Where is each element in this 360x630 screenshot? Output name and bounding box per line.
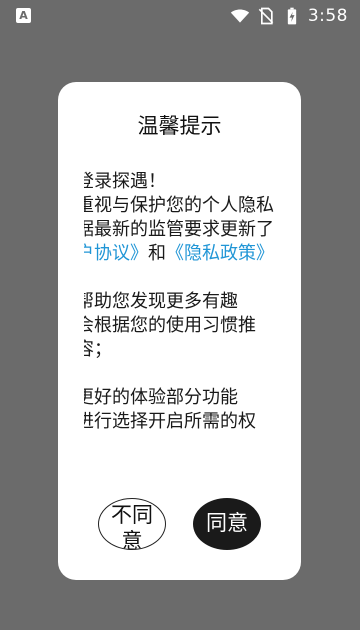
battery-charging-icon xyxy=(287,7,296,25)
dialog-content-scroll[interactable]: 欢迎登录探遇！ 我们重视与保护您的个人隐私并根据最新的监管要求更新了《用户协议》和… xyxy=(84,170,274,460)
agreement-link[interactable]: 《用户协议》 xyxy=(84,243,148,264)
wifi-icon xyxy=(230,9,249,23)
content-line: 我们会根据您的使用习惯推 xyxy=(84,314,274,338)
disagree-button-label: 不同意 xyxy=(111,503,153,550)
content-paragraph: 为了更好的体验部分功能您可进行选择开启所需的权 xyxy=(84,386,274,434)
content-line: 您可进行选择开启所需的权 xyxy=(84,410,274,434)
content-text: 我们会根据您的使用习惯推 xyxy=(84,315,256,336)
content-text: 欢迎登录探遇！ xyxy=(84,171,166,192)
content-line: 我们重视与保护您的个人隐私 xyxy=(84,194,274,218)
content-line: 为了更好的体验部分功能 xyxy=(84,386,274,410)
content-line: 并根据最新的监管要求更新了 xyxy=(84,218,274,242)
agreement-link[interactable]: 《隐私政策》 xyxy=(166,243,274,264)
dialog-content: 欢迎登录探遇！ 我们重视与保护您的个人隐私并根据最新的监管要求更新了《用户协议》和… xyxy=(84,170,274,458)
no-sim-icon xyxy=(258,7,274,25)
disagree-button[interactable]: 不同意 xyxy=(98,498,166,550)
clock: 3:58 xyxy=(307,6,348,26)
dialog-title: 温馨提示 xyxy=(137,114,222,138)
content-line: 荐内容； xyxy=(84,338,274,362)
content-line: 《用户协议》和《隐私政策》 xyxy=(84,242,274,266)
privacy-dialog: 温馨提示 欢迎登录探遇！ 我们重视与保护您的个人隐私并根据最新的监管要求更新了《用… xyxy=(58,82,301,580)
status-icons: 3:58 xyxy=(230,0,348,32)
content-text: 为了更好的体验部分功能 xyxy=(84,387,238,408)
content-paragraph: 为了帮助您发现更多有趣我们会根据您的使用习惯推荐内容； xyxy=(84,290,274,362)
agree-button-label: 同意 xyxy=(206,511,248,535)
notification-app-icon: A xyxy=(16,8,31,23)
content-text: 和 xyxy=(148,243,166,264)
content-text: 我们重视与保护您的个人隐私 xyxy=(84,195,274,216)
agree-button[interactable]: 同意 xyxy=(193,498,261,550)
content-paragraph: 欢迎登录探遇！ 我们重视与保护您的个人隐私并根据最新的监管要求更新了《用户协议》和… xyxy=(84,170,274,266)
content-text: 荐内容； xyxy=(84,339,112,360)
content-line: 欢迎登录探遇！ xyxy=(84,170,274,194)
status-bar: A 3:58 xyxy=(0,0,360,32)
content-text: 为了帮助您发现更多有趣 xyxy=(84,291,238,312)
content-text: 您可进行选择开启所需的权 xyxy=(84,411,256,432)
content-line: 为了帮助您发现更多有趣 xyxy=(84,290,274,314)
content-text: 并根据最新的监管要求更新了 xyxy=(84,219,274,240)
